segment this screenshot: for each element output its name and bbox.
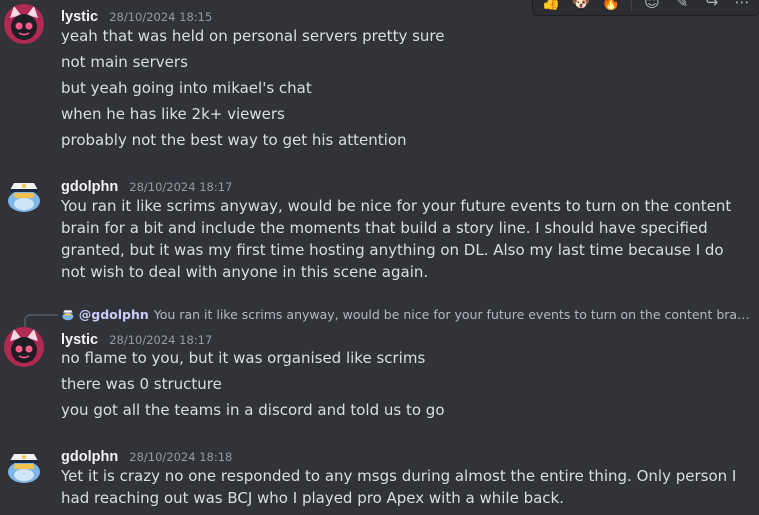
forward-icon[interactable]: ↪: [700, 0, 724, 13]
message-text: Yet it is crazy no one responded to any …: [61, 467, 737, 507]
timestamp: 28/10/2024 18:18: [129, 450, 233, 464]
timestamp: 28/10/2024 18:17: [129, 180, 233, 194]
edit-icon[interactable]: ✎: [670, 0, 694, 13]
toolbar-divider: [631, 0, 632, 11]
message-header: lystic 28/10/2024 18:17: [61, 329, 212, 348]
lystic-avatar-icon: [4, 4, 44, 44]
message-text: You ran it like scrims anyway, would be …: [61, 197, 732, 281]
reply-mention[interactable]: @gdolphn: [79, 307, 149, 322]
avatar[interactable]: [4, 174, 44, 214]
reply-connector: [24, 314, 58, 328]
message-line: you got all the teams in a discord and t…: [61, 401, 445, 419]
username[interactable]: gdolphn: [61, 179, 118, 195]
username[interactable]: gdolphn: [61, 449, 118, 465]
fire-reaction-icon[interactable]: 🔥: [599, 0, 623, 13]
thumbs-up-reaction-icon[interactable]: 👍: [539, 0, 563, 13]
more-icon[interactable]: ⋯: [730, 0, 754, 13]
avatar[interactable]: [4, 327, 44, 367]
reply-snippet[interactable]: You ran it like scrims anyway, would be …: [154, 307, 751, 322]
message-line: yeah that was held on personal servers p…: [61, 27, 445, 45]
message-line: no flame to you, but it was organised li…: [61, 349, 426, 367]
timestamp: 28/10/2024 18:15: [109, 10, 213, 24]
message-actions-toolbar: 👍 🐶 🔥 ☺ ✎ ↪ ⋯: [532, 0, 759, 16]
username[interactable]: lystic: [61, 332, 98, 348]
message-header: gdolphn 28/10/2024 18:17: [61, 176, 232, 195]
message-line: probably not the best way to get his att…: [61, 131, 407, 149]
reply-preview[interactable]: @gdolphn You ran it like scrims anyway, …: [61, 305, 751, 323]
avatar[interactable]: [4, 445, 44, 485]
gdolphn-avatar-icon: [4, 174, 44, 214]
message-line: there was 0 structure: [61, 375, 222, 393]
timestamp: 28/10/2024 18:17: [109, 333, 213, 347]
gdolphn-avatar-icon: [4, 445, 44, 485]
message-line: when he has like 2k+ viewers: [61, 105, 285, 123]
dog-reaction-icon[interactable]: 🐶: [569, 0, 593, 13]
add-reaction-icon[interactable]: ☺: [640, 0, 664, 13]
username[interactable]: lystic: [61, 9, 98, 25]
message-header: gdolphn 28/10/2024 18:18: [61, 446, 232, 465]
message-line: not main servers: [61, 53, 188, 71]
gdolphn-mini-avatar-icon: [61, 307, 75, 321]
message-line: but yeah going into mikael's chat: [61, 79, 312, 97]
avatar[interactable]: [4, 4, 44, 44]
lystic-avatar-icon: [4, 327, 44, 367]
message-header: lystic 28/10/2024 18:15: [61, 6, 212, 25]
